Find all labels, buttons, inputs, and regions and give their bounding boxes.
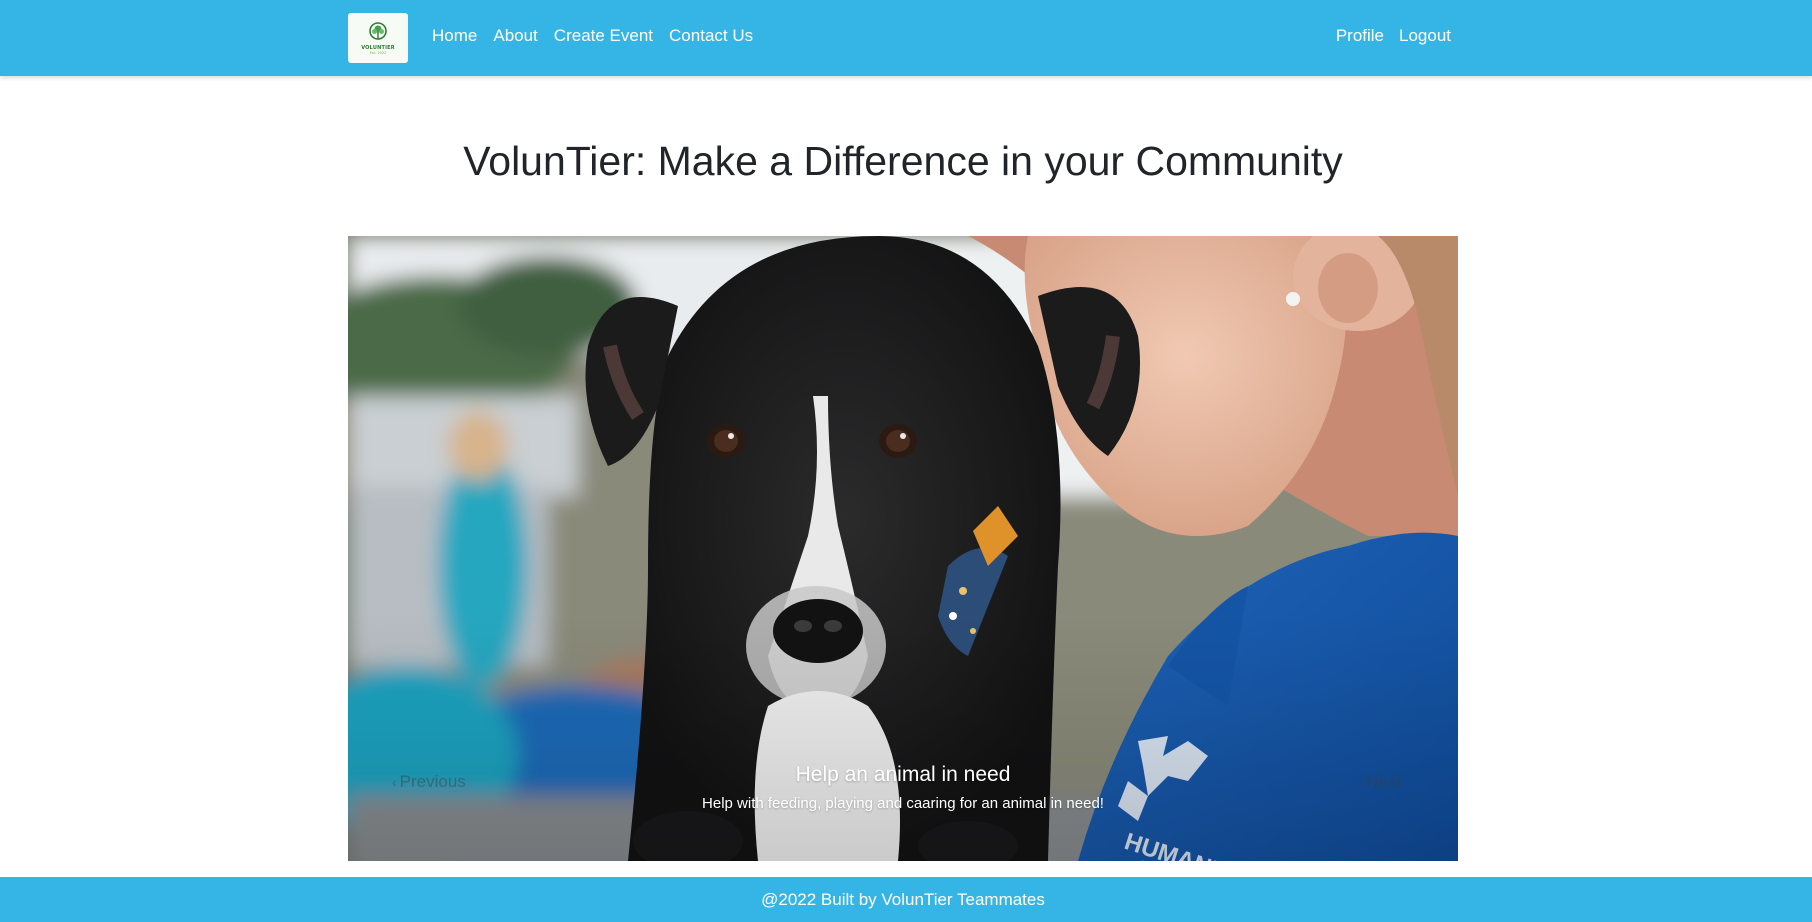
nav-profile-link[interactable]: Profile	[1336, 26, 1384, 46]
nav-create-event-link[interactable]: Create Event	[554, 26, 653, 46]
footer: @2022 Built by VolunTier Teammates	[0, 877, 1812, 922]
slide-caption-title: Help an animal in need	[795, 763, 1011, 786]
logo-subtext: Est. 2022	[369, 50, 387, 55]
tree-logo-icon	[369, 21, 387, 40]
nav-right: Profile Logout	[1321, 26, 1451, 46]
logo[interactable]: VOLUNTIER Est. 2022	[348, 13, 408, 63]
navbar: VOLUNTIER Est. 2022 Home About Create Ev…	[0, 0, 1812, 76]
carousel: HUMANE SOCI THE UNITED S	[348, 236, 1458, 861]
nav-home-link[interactable]: Home	[432, 26, 477, 46]
page-title: VolunTier: Make a Difference in your Com…	[463, 138, 1343, 184]
nav-left: Home About Create Event Contact Us	[432, 26, 769, 46]
slide-caption-text: Help with feeding, playing and caaring f…	[702, 795, 1104, 812]
nav-contact-link[interactable]: Contact Us	[669, 26, 753, 46]
nav-about-link[interactable]: About	[493, 26, 537, 46]
footer-text: @2022 Built by VolunTier Teammates	[761, 890, 1045, 909]
nav-logout-link[interactable]: Logout	[1399, 26, 1451, 46]
